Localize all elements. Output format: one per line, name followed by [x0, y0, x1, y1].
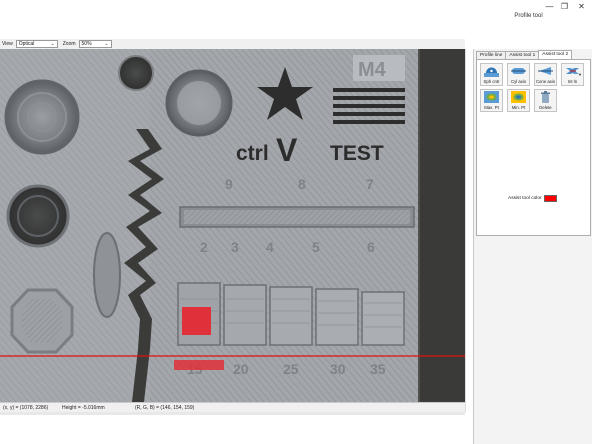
max-point-icon — [484, 91, 499, 103]
dropdown-arrow-icon[interactable]: ▼ — [578, 72, 582, 77]
sphere-center-button[interactable]: Sph cntr — [480, 63, 503, 86]
tool-panel: Profile line Assist tool 1 Assist tool 2… — [473, 49, 592, 444]
row3-number: 25 — [283, 361, 299, 377]
cylinder-axis-icon — [511, 68, 526, 74]
profile-tool-window: Profile tool — ❐ ✕ View Optical ⌄ Zoom 5… — [0, 0, 592, 444]
row1-number: 8 — [298, 176, 306, 192]
cone-axis-icon — [538, 67, 553, 75]
row2-number: 2 — [200, 239, 208, 255]
row2-number: 6 — [367, 239, 375, 255]
row2-number: 4 — [266, 239, 274, 255]
window-title: Profile tool — [514, 13, 543, 19]
horizontal-scrollbar[interactable] — [0, 412, 465, 415]
status-xy: (x, y) = (1078, 2286) — [3, 405, 49, 411]
logo-ctrl: ctrl — [236, 142, 269, 165]
assist-tool-2-pane: Sph cntr Cyl axis Cone axis Int ln ▼ Max… — [476, 59, 591, 236]
restore-button[interactable]: ❐ — [556, 0, 573, 12]
zoom-label: Zoom — [62, 41, 76, 47]
row3-number: 20 — [233, 361, 249, 377]
tool-label: Sph cntr — [483, 79, 500, 84]
max-point-button[interactable]: Max. Pt — [480, 89, 503, 112]
assist-color-swatch[interactable] — [544, 195, 557, 202]
intersection-line-button[interactable]: Int ln ▼ — [561, 63, 584, 86]
tool-label: Max. Pt — [484, 105, 499, 110]
title-bar: Profile tool — ❐ ✕ — [0, 0, 592, 38]
view-select-value: Optical — [18, 41, 35, 47]
sphere-center-icon — [484, 67, 499, 77]
row3-number: 35 — [370, 361, 386, 377]
cone-axis-button[interactable]: Cone axis — [534, 63, 557, 86]
scan-image[interactable]: M4 ctrl V TEST 9 8 7 2 3 4 5 6 20 25 30 … — [0, 49, 465, 402]
min-point-icon — [511, 91, 526, 103]
zoom-select[interactable]: 50% ⌄ — [78, 40, 112, 48]
row1-number: 9 — [225, 176, 233, 192]
step-blocks — [177, 282, 405, 346]
close-button[interactable]: ✕ — [573, 0, 590, 12]
status-bar: (x, y) = (1078, 2286) Height = -5.016mm … — [0, 402, 465, 412]
tool-label: Delete — [539, 105, 552, 110]
zoom-select-value: 50% — [81, 41, 92, 47]
row1-number: 7 — [366, 176, 374, 192]
assist-color-label: Assist tool color — [508, 196, 542, 201]
status-rgb: (R, G, B) = (146, 154, 159) — [135, 405, 195, 411]
view-select[interactable]: Optical ⌄ — [15, 40, 58, 48]
tool-label: Int ln — [567, 79, 578, 84]
min-point-button[interactable]: Min. Pt — [507, 89, 530, 112]
cylinder-axis-button[interactable]: Cyl axis — [507, 63, 530, 86]
image-viewport[interactable]: M4 ctrl V TEST 9 8 7 2 3 4 5 6 20 25 30 … — [0, 49, 465, 402]
row2-number: 5 — [312, 239, 320, 255]
row3-number: 30 — [330, 361, 346, 377]
tab-assist-tool-1[interactable]: Assist tool 1 — [505, 51, 540, 59]
chevron-down-icon: ⌄ — [104, 41, 109, 47]
tool-label: Cone axis — [535, 79, 556, 84]
tab-assist-tool-2[interactable]: Assist tool 2 — [538, 50, 573, 59]
logo-test: TEST — [330, 142, 384, 165]
trash-icon — [541, 91, 550, 103]
chevron-down-icon: ⌄ — [50, 41, 55, 47]
view-toolbar: View Optical ⌄ Zoom 50% ⌄ — [0, 39, 465, 49]
tool-label: Min. Pt — [511, 105, 526, 110]
logo-v: V — [276, 132, 298, 168]
view-label: View — [2, 41, 13, 47]
tool-label: Cyl axis — [510, 79, 527, 84]
status-height: Height = -5.016mm — [62, 405, 105, 411]
tool-button-grid: Sph cntr Cyl axis Cone axis Int ln ▼ Max… — [480, 63, 584, 113]
plate-label: M4 — [358, 59, 387, 81]
delete-button[interactable]: Delete — [534, 89, 557, 112]
row2-number: 3 — [231, 239, 239, 255]
vertical-scrollbar[interactable] — [465, 49, 472, 412]
tab-profile-line[interactable]: Profile line — [476, 51, 507, 59]
